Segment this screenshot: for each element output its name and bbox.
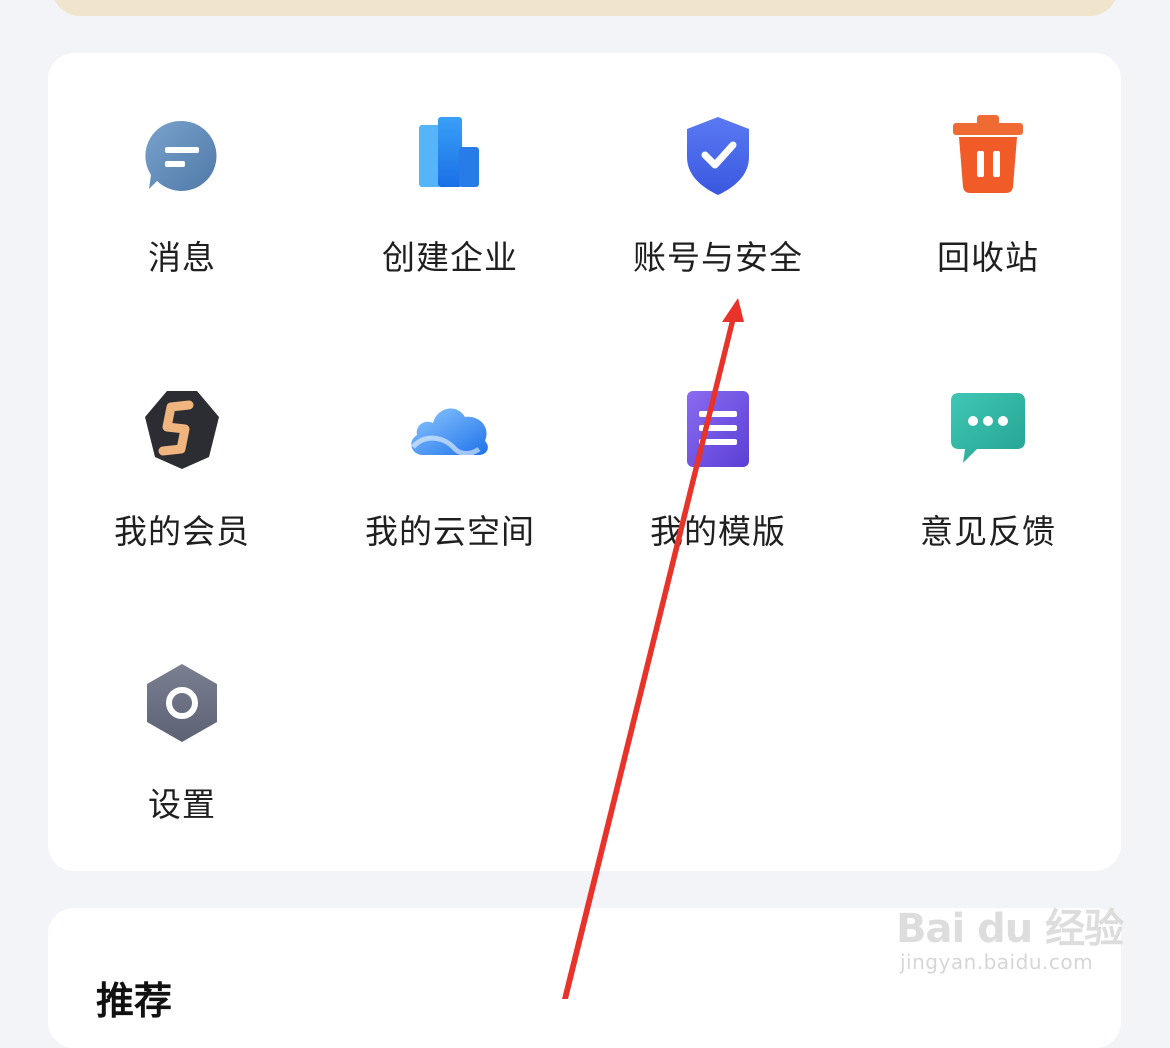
cloud-icon xyxy=(405,385,495,475)
menu-item-account-security[interactable]: 账号与安全 xyxy=(608,111,828,311)
menu-item-label: 回收站 xyxy=(937,238,1039,277)
trash-icon xyxy=(943,111,1033,201)
shield-check-icon xyxy=(673,111,763,201)
top-banner xyxy=(52,0,1118,16)
menu-item-label: 设置 xyxy=(148,785,216,824)
chat-feedback-icon xyxy=(943,385,1033,475)
create-enterprise-icon xyxy=(405,111,495,201)
watermark-sub: jingyan.baidu.com xyxy=(900,950,1094,974)
recommend-title: 推荐 xyxy=(96,979,173,1023)
menu-item-settings[interactable]: 设置 xyxy=(72,658,292,858)
menu-item-feedback[interactable]: 意见反馈 xyxy=(878,385,1098,585)
menu-item-recycle-bin[interactable]: 回收站 xyxy=(878,111,1098,311)
menu-item-label: 意见反馈 xyxy=(920,512,1056,551)
menu-item-messages[interactable]: 消息 xyxy=(72,111,292,311)
menu-item-templates[interactable]: 我的模版 xyxy=(608,385,828,585)
menu-item-create-enterprise[interactable]: 创建企业 xyxy=(340,111,560,311)
menu-item-label: 账号与安全 xyxy=(633,238,803,277)
menu-item-label: 我的云空间 xyxy=(365,512,535,551)
message-icon xyxy=(137,111,227,201)
menu-item-label: 我的会员 xyxy=(114,512,250,551)
menu-card: 消息 创建企业 账号与安全 回收站 我的会员 我的云空间 我的模版 意见反馈 设… xyxy=(48,53,1121,871)
menu-item-label: 创建企业 xyxy=(382,238,518,277)
template-icon xyxy=(673,385,763,475)
watermark-main: Bai du 经验 xyxy=(896,906,1124,952)
baidu-jingyan-watermark: Bai du 经验 jingyan.baidu.com xyxy=(896,872,1124,982)
menu-item-membership[interactable]: 我的会员 xyxy=(72,385,292,585)
menu-item-cloud-space[interactable]: 我的云空间 xyxy=(340,385,560,585)
settings-icon xyxy=(137,658,227,748)
membership-icon xyxy=(137,385,227,475)
menu-item-label: 我的模版 xyxy=(650,512,786,551)
menu-item-label: 消息 xyxy=(148,238,216,277)
